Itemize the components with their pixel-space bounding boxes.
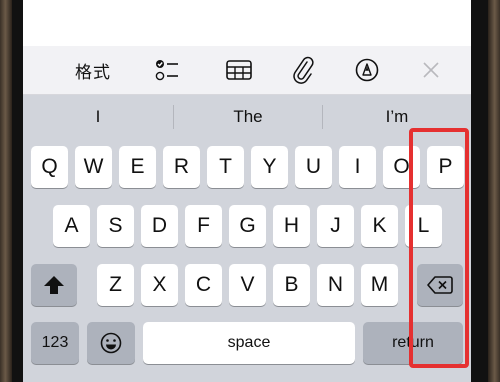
key-u[interactable]: U <box>295 146 332 188</box>
key-j[interactable]: J <box>317 205 354 247</box>
key-m[interactable]: M <box>361 264 398 306</box>
checklist-button[interactable] <box>145 46 189 94</box>
key-k[interactable]: K <box>361 205 398 247</box>
key-l[interactable]: L <box>405 205 442 247</box>
dismiss-button[interactable] <box>409 46 453 94</box>
markup-pen-icon <box>355 58 379 82</box>
key-a[interactable]: A <box>53 205 90 247</box>
shift-key[interactable] <box>31 264 77 306</box>
key-c[interactable]: C <box>185 264 222 306</box>
checklist-icon <box>155 60 178 81</box>
format-button[interactable]: 格式 <box>61 46 125 94</box>
key-v[interactable]: V <box>229 264 266 306</box>
screen: 格式 I The I’m Q W E R T Y U I O P A S D F… <box>23 0 471 382</box>
key-o[interactable]: O <box>383 146 420 188</box>
suggestion-3[interactable]: I’m <box>323 95 471 139</box>
key-s[interactable]: S <box>97 205 134 247</box>
key-d[interactable]: D <box>141 205 178 247</box>
table-button[interactable] <box>217 46 261 94</box>
key-q[interactable]: Q <box>31 146 68 188</box>
key-x[interactable]: X <box>141 264 178 306</box>
markup-button[interactable] <box>345 46 389 94</box>
emoji-icon <box>100 332 122 354</box>
key-g[interactable]: G <box>229 205 266 247</box>
phone-frame-left <box>0 0 12 382</box>
key-y[interactable]: Y <box>251 146 288 188</box>
key-e[interactable]: E <box>119 146 156 188</box>
table-icon <box>226 60 252 80</box>
key-b[interactable]: B <box>273 264 310 306</box>
paperclip-icon <box>293 56 314 84</box>
key-h[interactable]: H <box>273 205 310 247</box>
phone-frame-right <box>488 0 500 382</box>
key-f[interactable]: F <box>185 205 222 247</box>
delete-key[interactable] <box>417 264 463 306</box>
key-i[interactable]: I <box>339 146 376 188</box>
emoji-key[interactable] <box>87 322 135 364</box>
format-label: 格式 <box>75 62 111 82</box>
attachment-button[interactable] <box>281 46 325 94</box>
formatting-toolbar: 格式 <box>23 46 471 95</box>
space-key[interactable]: space <box>143 322 355 364</box>
backspace-icon <box>427 276 453 294</box>
predictive-bar: I The I’m <box>23 95 471 139</box>
key-r[interactable]: R <box>163 146 200 188</box>
key-t[interactable]: T <box>207 146 244 188</box>
key-p[interactable]: P <box>427 146 464 188</box>
note-body[interactable] <box>23 0 471 46</box>
shift-arrow-icon <box>44 276 64 294</box>
suggestion-1[interactable]: I <box>23 95 173 139</box>
key-z[interactable]: Z <box>97 264 134 306</box>
close-icon <box>423 62 439 78</box>
key-w[interactable]: W <box>75 146 112 188</box>
suggestion-2[interactable]: The <box>174 95 322 139</box>
key-n[interactable]: N <box>317 264 354 306</box>
return-key[interactable]: return <box>363 322 463 364</box>
numbers-key[interactable]: 123 <box>31 322 79 364</box>
